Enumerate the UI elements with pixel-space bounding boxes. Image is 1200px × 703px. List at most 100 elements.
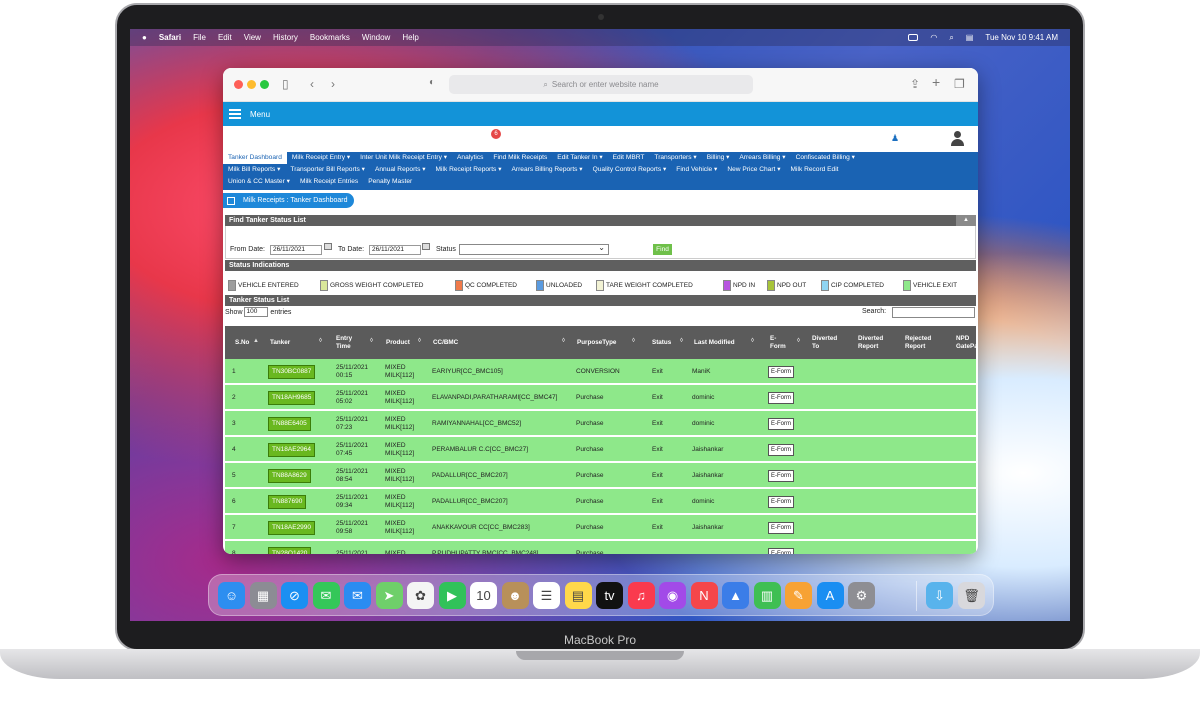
table-row[interactable]: 7 TN18AE2990 25/11/2021 09:58 MIXED MILK[112]… — [225, 515, 976, 540]
nav-find-vehicle[interactable]: Find Vehicle ▾ — [671, 164, 722, 176]
collapse-icon[interactable]: ▲ — [956, 215, 976, 226]
nav-milk-receipt-entry[interactable]: Milk Receipt Entry ▾ — [287, 152, 355, 164]
sort-icon[interactable]: ◊ — [370, 338, 373, 344]
nav-milk-receipt-reports[interactable]: Milk Receipt Reports ▾ — [431, 164, 507, 176]
contacts-icon[interactable]: ☻ — [501, 582, 529, 609]
apple-icon[interactable]: ● — [142, 33, 147, 42]
to-date-input[interactable]: 26/11/2021 — [369, 245, 421, 255]
calendar-icon[interactable]: 10 — [470, 582, 497, 609]
menubar-file[interactable]: File — [193, 33, 206, 42]
table-row[interactable]: 8 TN28Q1420 25/11/2021 MIXED P.PUDHUPATTY BM… — [225, 541, 976, 554]
th-purpose-type[interactable]: PurposeType — [577, 326, 616, 359]
new-tab-icon[interactable]: + — [932, 74, 940, 90]
facetime-icon[interactable]: ▶ — [438, 582, 466, 609]
close-window-button[interactable] — [234, 80, 243, 89]
safari-icon[interactable]: ⊘ — [281, 582, 308, 609]
find-button[interactable]: Find — [653, 244, 672, 255]
nav-milk-bill-reports[interactable]: Milk Bill Reports ▾ — [223, 164, 285, 176]
avatar-icon[interactable] — [951, 131, 964, 146]
sort-icon[interactable]: ◊ — [632, 338, 635, 344]
zoom-window-button[interactable] — [260, 80, 269, 89]
th-diverted-to[interactable]: Diverted To — [812, 326, 842, 359]
nav-transporters[interactable]: Transporters ▾ — [649, 152, 701, 164]
notification-badge[interactable]: 6 — [491, 129, 501, 139]
address-bar[interactable]: ⌕ Search or enter website name — [449, 75, 753, 94]
trash-icon[interactable]: 🗑 — [958, 582, 985, 609]
table-row[interactable]: 1 TN30BC0887 25/11/2021 00:15 MIXED MILK[112]… — [225, 359, 976, 384]
eform-button[interactable]: E-Form — [768, 495, 794, 508]
notes-icon[interactable]: ▤ — [564, 582, 592, 609]
back-icon[interactable]: ‹ — [310, 77, 314, 91]
breadcrumb-text[interactable]: Milk Receipts : Tanker Dashboard — [243, 197, 348, 204]
eform-button[interactable]: E-Form — [768, 443, 794, 456]
mail-icon[interactable]: ✉ — [344, 582, 371, 609]
tanker-number-badge[interactable]: TN18AE2990 — [268, 520, 316, 535]
status-select[interactable] — [459, 243, 609, 255]
nav-quality-control-reports[interactable]: Quality Control Reports ▾ — [588, 164, 672, 176]
nav-penalty-master[interactable]: Penalty Master — [363, 176, 417, 188]
messages-icon[interactable]: ✉ — [312, 582, 340, 609]
sort-icon[interactable]: ◊ — [680, 338, 683, 344]
th-product[interactable]: Product — [386, 326, 410, 359]
downloads-folder-icon[interactable]: ⇩ — [926, 582, 953, 609]
menubar-safari[interactable]: Safari — [159, 33, 181, 42]
music-icon[interactable]: ♫ — [627, 582, 655, 609]
tanker-number-badge[interactable]: TN18AE2964 — [268, 442, 316, 457]
nav-edit-mbrt[interactable]: Edit MBRT — [608, 152, 650, 164]
battery-icon[interactable] — [908, 34, 919, 41]
share-icon[interactable]: ⇪ — [910, 77, 920, 91]
hamburger-menu-icon[interactable] — [229, 109, 241, 119]
nav-edit-tanker-in[interactable]: Edit Tanker In ▾ — [552, 152, 607, 164]
tanker-number-badge[interactable]: TN28Q1420 — [268, 546, 312, 554]
launchpad-icon[interactable]: ▦ — [249, 582, 277, 609]
user-icon[interactable]: ♟ — [891, 133, 899, 144]
appstore-icon[interactable]: A — [816, 582, 844, 609]
minimize-window-button[interactable] — [247, 80, 256, 89]
nav-confiscated-billing[interactable]: Confiscated Billing ▾ — [791, 152, 860, 164]
nav-milk-receipt-entries[interactable]: Milk Receipt Entries — [295, 176, 363, 188]
cell-tanker[interactable]: TN88E6405 — [268, 411, 311, 436]
nav-new-price-chart[interactable]: New Price Chart ▾ — [722, 164, 785, 176]
th-rejected-report[interactable]: Rejected Report — [905, 326, 939, 359]
cell-tanker[interactable]: TN28Q1420 — [268, 541, 312, 554]
tanker-number-badge[interactable]: TN88E6405 — [268, 416, 311, 431]
from-calendar-icon[interactable] — [324, 243, 332, 250]
menu-label[interactable]: Menu — [250, 110, 270, 119]
eform-button[interactable]: E-Form — [768, 417, 794, 430]
table-row[interactable]: 6 TN887690 25/11/2021 09:34 MIXED MILK[112] PA… — [225, 489, 976, 514]
wifi-icon[interactable]: ◠ — [930, 33, 937, 42]
nav-milk-record-edit[interactable]: Milk Record Edit — [786, 164, 844, 176]
th-cc-bmc[interactable]: CC/BMC — [433, 326, 458, 359]
settings-icon[interactable]: ⚙ — [848, 582, 875, 609]
podcasts-icon[interactable]: ◉ — [659, 582, 686, 609]
control-center-icon[interactable]: ▤ — [966, 33, 974, 42]
menubar-help[interactable]: Help — [402, 33, 418, 42]
nav-union-cc-master[interactable]: Union & CC Master ▾ — [223, 176, 295, 188]
nav-arrears-billing[interactable]: Arrears Billing ▾ — [734, 152, 790, 164]
cell-tanker[interactable]: TN18AH9685 — [268, 385, 316, 410]
table-row[interactable]: 3 TN88E6405 25/11/2021 07:23 MIXED MILK[112] R… — [225, 411, 976, 436]
entries-select[interactable]: 100 — [244, 307, 269, 317]
tanker-number-badge[interactable]: TN88A8629 — [268, 468, 311, 483]
sidebar-icon[interactable]: ▯ — [282, 77, 289, 91]
tanker-number-badge[interactable]: TN30BC0887 — [268, 364, 316, 379]
sort-icon[interactable]: ◊ — [418, 338, 421, 344]
nav-transporter-bill-reports[interactable]: Transporter Bill Reports ▾ — [285, 164, 370, 176]
th-status[interactable]: Status — [652, 326, 671, 359]
pages-icon[interactable]: ✎ — [785, 582, 812, 609]
to-calendar-icon[interactable] — [422, 243, 430, 250]
eform-button[interactable]: E-Form — [768, 469, 794, 482]
nav-tanker-dashboard[interactable]: Tanker Dashboard — [223, 152, 287, 164]
table-row[interactable]: 5 TN88A8629 25/11/2021 08:54 MIXED MILK[112] P… — [225, 463, 976, 488]
th-tanker[interactable]: Tanker — [270, 326, 290, 359]
maps-icon[interactable]: ➤ — [375, 582, 403, 609]
reminders-icon[interactable]: ☰ — [533, 582, 560, 609]
cell-tanker[interactable]: TN30BC0887 — [268, 359, 316, 384]
th-sno[interactable]: S.No — [235, 326, 249, 359]
cell-tanker[interactable]: TN887690 — [268, 489, 307, 514]
nav-analytics[interactable]: Analytics — [452, 152, 488, 164]
photos-icon[interactable]: ✿ — [407, 582, 434, 609]
menubar-clock[interactable]: Tue Nov 10 9:41 AM — [985, 33, 1058, 42]
table-row[interactable]: 2 TN18AH9685 25/11/2021 05:02 MIXED MILK[112]… — [225, 385, 976, 410]
th-entry-time[interactable]: Entry Time — [336, 326, 360, 359]
